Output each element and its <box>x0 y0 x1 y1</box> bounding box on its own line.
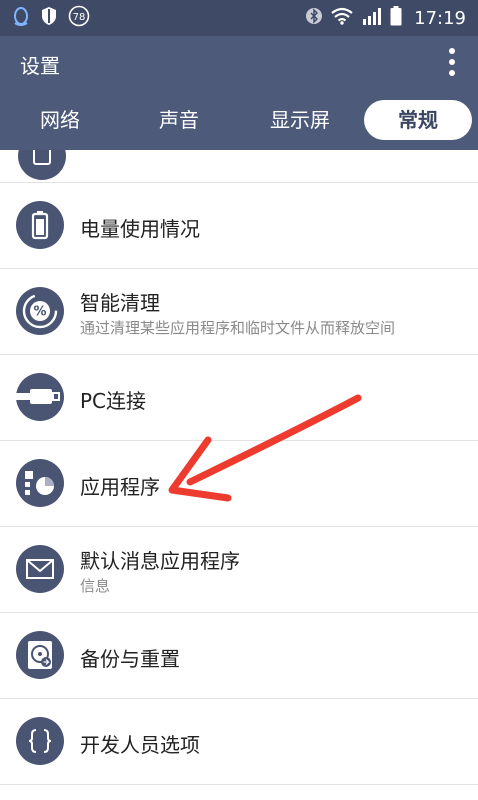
list-item-default-messaging[interactable]: 默认消息应用程序 信息 <box>0 527 478 613</box>
tab-bar: 网络 声音 显示屏 常规 <box>0 90 478 150</box>
list-item-battery-usage[interactable]: 电量使用情况 <box>0 183 478 269</box>
apps-icon <box>16 459 64 507</box>
tab-general[interactable]: 常规 <box>364 100 472 140</box>
wifi-icon <box>330 7 354 29</box>
page-title: 设置 <box>20 54 60 78</box>
clock-time: 17:19 <box>414 7 466 29</box>
developer-options-label: 开发人员选项 <box>80 733 200 757</box>
list-item-developer-options[interactable]: 开发人员选项 <box>0 699 478 785</box>
settings-list: 电量使用情况 % 智能清理 通过清理某些应用程序和临时文件从而释放空间 PC连接… <box>0 150 478 785</box>
tab-network[interactable]: 网络 <box>22 100 98 140</box>
default-messaging-label: 默认消息应用程序 <box>80 549 240 573</box>
signal-icon <box>362 7 382 29</box>
braces-icon <box>16 717 64 765</box>
list-item-backup-reset[interactable]: 备份与重置 <box>0 613 478 699</box>
status-bar: 78 17:19 <box>0 0 478 36</box>
tab-display[interactable]: 显示屏 <box>256 100 344 140</box>
badge-78-icon: 78 <box>68 5 90 31</box>
battery-icon <box>390 6 402 30</box>
bluetooth-icon <box>306 6 323 30</box>
app-bar: 设置 <box>0 36 478 90</box>
list-item-pc-connection[interactable]: PC连接 <box>0 355 478 441</box>
battery-usage-icon <box>16 201 64 249</box>
smart-clean-icon: % <box>16 287 64 335</box>
partial-item-icon <box>18 150 66 180</box>
list-item-smart-clean[interactable]: % 智能清理 通过清理某些应用程序和临时文件从而释放空间 <box>0 269 478 355</box>
default-messaging-subtitle: 信息 <box>80 577 111 595</box>
shield-icon <box>40 5 58 31</box>
backup-icon <box>16 631 64 679</box>
list-item-partial[interactable] <box>0 150 478 183</box>
svg-text:%: % <box>33 305 46 320</box>
smart-clean-subtitle: 通过清理某些应用程序和临时文件从而释放空间 <box>80 319 396 337</box>
badge-count: 78 <box>73 12 86 23</box>
usb-cable-icon <box>16 373 64 421</box>
smart-clean-label: 智能清理 <box>80 291 160 315</box>
pc-connection-label: PC连接 <box>80 389 147 413</box>
message-icon <box>16 545 64 593</box>
tab-sound[interactable]: 声音 <box>140 100 218 140</box>
list-item-apps[interactable]: 应用程序 <box>0 441 478 527</box>
backup-reset-label: 备份与重置 <box>80 647 180 671</box>
qq-icon <box>12 5 30 31</box>
battery-usage-label: 电量使用情况 <box>80 217 200 241</box>
overflow-menu-icon[interactable] <box>448 48 456 76</box>
apps-label: 应用程序 <box>80 475 160 499</box>
